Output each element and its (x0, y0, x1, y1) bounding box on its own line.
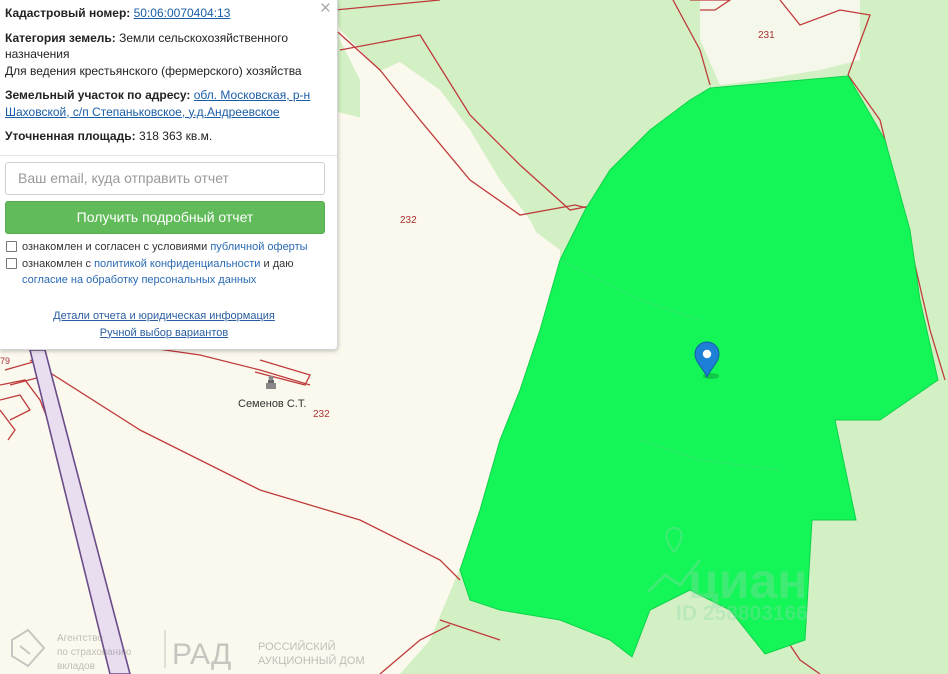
email-input[interactable] (5, 161, 325, 195)
parcel-info-panel: × Кадастровый номер: 50:06:0070404:13 Ка… (0, 0, 338, 350)
privacy-text-b: и даю (263, 258, 294, 270)
privacy-agreement-text: ознакомлен с политикой конфиденциальност… (22, 257, 323, 288)
privacy-checkbox[interactable] (6, 258, 17, 269)
parcel-number-79: 79 (0, 356, 10, 366)
offer-text: ознакомлен и согласен с условиями (22, 240, 208, 253)
rad-logo: РАД (172, 638, 231, 671)
cian-listing-id: ID 258803166 (676, 602, 808, 625)
cadastral-number-link[interactable]: 50:06:0070404:13 (134, 6, 231, 20)
offer-checkbox[interactable] (6, 240, 17, 252)
privacy-policy-link[interactable]: политикой конфиденциальности (94, 258, 260, 270)
area-value: 318 363 кв.м. (138, 129, 213, 143)
agency-line-1: Агентство (57, 633, 103, 644)
area-label: Уточненная площадь: (5, 129, 136, 143)
offer-agreement-text: ознакомлен и согласен с условиями публич… (22, 240, 308, 256)
category-label: Категория земель: (5, 30, 116, 45)
personal-data-consent-link[interactable]: согласие на обработку персональных данны… (22, 274, 256, 286)
panel-footer-links: Детали отчета и юридическая информация Р… (5, 308, 323, 341)
category-row: Категория земель: Земли сельскохозяйстве… (5, 30, 323, 80)
usage-value: Для ведения крестьянского (фермерского) … (5, 63, 302, 78)
agency-line-2: по страхованию (57, 647, 132, 658)
cadastral-label: Кадастровый номер: (5, 6, 131, 20)
get-report-button[interactable]: Получить подробный отчет (5, 200, 325, 234)
manual-selection-link[interactable]: Ручной выбор вариантов (5, 325, 323, 342)
offer-agreement: ознакомлен и согласен с условиями публич… (5, 240, 323, 256)
privacy-text-a: ознакомлен с (22, 258, 92, 270)
agency-line-3: вкладов (57, 661, 95, 672)
address-label: Земельный участок по адресу: (5, 88, 191, 102)
divider (0, 154, 337, 156)
owner-label: Семенов С.Т. (238, 398, 306, 410)
close-icon[interactable]: × (320, 0, 331, 18)
report-details-link[interactable]: Детали отчета и юридическая информация (5, 308, 323, 325)
parcel-number-232-b: 232 (313, 409, 330, 420)
cadastral-row: Кадастровый номер: 50:06:0070404:13 (5, 5, 323, 22)
rad-line-1: РОССИЙСКИЙ (258, 640, 336, 653)
offer-link[interactable]: публичной оферты (210, 241, 307, 253)
address-row: Земельный участок по адресу: обл. Москов… (5, 87, 323, 120)
parcel-number-231: 231 (758, 30, 775, 41)
privacy-agreement: ознакомлен с политикой конфиденциальност… (5, 257, 323, 288)
area-row: Уточненная площадь: 318 363 кв.м. (5, 128, 323, 145)
rad-line-2: АУКЦИОННЫЙ ДОМ (258, 654, 365, 667)
cian-brand: циан (688, 553, 807, 609)
parcel-number-232-a: 232 (400, 215, 417, 226)
